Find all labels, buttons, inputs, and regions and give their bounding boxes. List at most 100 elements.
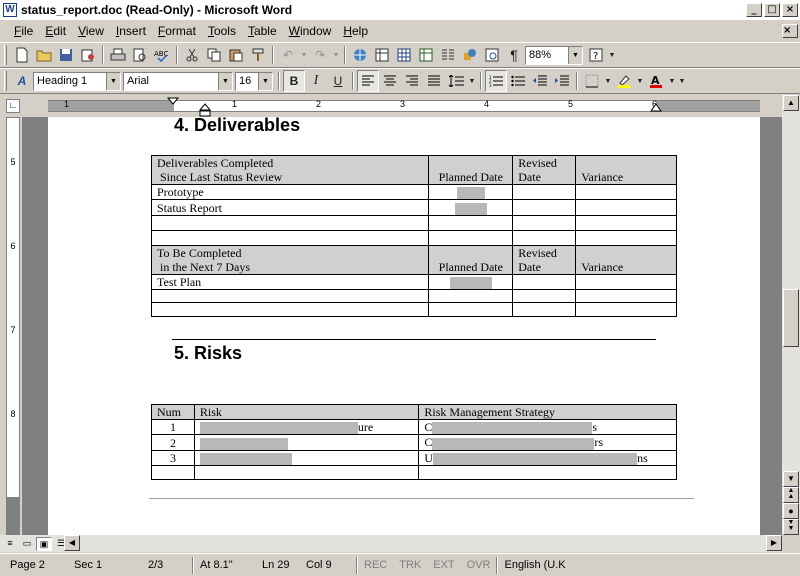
table-cell[interactable] — [150, 288, 430, 303]
menu-view[interactable]: View — [72, 24, 110, 38]
hanging-indent-icon[interactable] — [199, 103, 211, 117]
table-cell[interactable]: Cs — [418, 418, 677, 436]
status-ext[interactable]: EXT — [427, 559, 460, 571]
indent-marker-icon[interactable] — [167, 97, 179, 117]
table-row[interactable] — [150, 288, 677, 303]
menu-help[interactable]: Help — [337, 24, 374, 38]
table-cell[interactable] — [428, 229, 514, 246]
scroll-right-arrow-icon[interactable]: ▶ — [766, 535, 782, 551]
undo-dropdown-icon[interactable]: ▼ — [299, 44, 309, 66]
font-color-icon[interactable]: A — [645, 70, 667, 92]
open-folder-icon[interactable] — [33, 44, 55, 66]
bullets-icon[interactable] — [507, 70, 529, 92]
table-cell[interactable] — [418, 464, 677, 480]
borders-icon[interactable] — [581, 70, 603, 92]
status-language[interactable]: English (U.K — [498, 559, 571, 571]
chevron-down-icon[interactable]: ▼ — [106, 72, 120, 90]
toolbar-grip[interactable] — [4, 71, 7, 91]
table-cell[interactable] — [512, 301, 577, 317]
bold-button[interactable]: B — [283, 70, 305, 92]
styles-formatting-icon[interactable]: A — [11, 70, 33, 92]
menu-insert[interactable]: Insert — [110, 24, 152, 38]
table-cell[interactable] — [512, 214, 577, 231]
menu-edit[interactable]: Edit — [39, 24, 72, 38]
underline-button[interactable]: U — [327, 70, 349, 92]
insert-table-icon[interactable] — [393, 44, 415, 66]
deliverables-table[interactable]: Deliverables Completed Since Last Status… — [150, 155, 677, 317]
table-cell[interactable]: Uns — [418, 449, 677, 466]
toolbar-options-icon[interactable]: ▼ — [677, 70, 687, 92]
document-area[interactable]: 4. Deliverables Deliverables Completed S… — [22, 117, 782, 535]
vertical-ruler[interactable]: 5 6 7 8 — [0, 117, 22, 535]
print-icon[interactable] — [107, 44, 129, 66]
menu-table[interactable]: Table — [242, 24, 283, 38]
table-cell[interactable]: Crs — [418, 434, 677, 451]
justify-icon[interactable] — [423, 70, 445, 92]
tables-borders-icon[interactable] — [371, 44, 393, 66]
document-page[interactable]: 4. Deliverables Deliverables Completed S… — [48, 117, 760, 535]
borders-dropdown-icon[interactable]: ▼ — [603, 70, 613, 92]
table-row[interactable]: Test Plan — [150, 273, 677, 290]
right-indent-icon[interactable] — [650, 103, 662, 113]
close-document-button[interactable]: × — [782, 23, 798, 38]
columns-icon[interactable] — [437, 44, 459, 66]
spelling-icon[interactable]: ABC — [151, 44, 173, 66]
increase-indent-icon[interactable] — [551, 70, 573, 92]
table-cell[interactable] — [193, 449, 420, 466]
numbering-icon[interactable]: 123 — [485, 70, 507, 92]
format-painter-icon[interactable] — [247, 44, 269, 66]
menu-window[interactable]: Window — [283, 24, 338, 38]
table-row[interactable]: Status Report — [150, 199, 677, 216]
vertical-scrollbar[interactable]: ▲ ▼ ▲ ▲ ● ▼ ▼ — [782, 95, 800, 535]
zoom-combo[interactable]: 88% ▼ — [525, 45, 583, 65]
scroll-up-arrow-icon[interactable]: ▲ — [783, 95, 799, 111]
highlight-dropdown-icon[interactable]: ▼ — [635, 70, 645, 92]
table-cell[interactable] — [150, 214, 430, 231]
toolbar-grip[interactable] — [4, 45, 7, 65]
table-cell[interactable] — [575, 199, 677, 216]
table-cell[interactable] — [512, 288, 577, 303]
align-left-icon[interactable] — [357, 70, 379, 92]
chevron-down-icon[interactable]: ▼ — [568, 46, 582, 64]
status-ovr[interactable]: OVR — [461, 559, 497, 571]
undo-icon[interactable]: ↶ — [277, 44, 299, 66]
toolbar-options-icon[interactable]: ▼ — [607, 44, 617, 66]
italic-button[interactable]: I — [305, 70, 327, 92]
scroll-left-arrow-icon[interactable]: ◀ — [64, 535, 80, 551]
table-row[interactable]: 1 ure Cs — [151, 418, 677, 436]
menu-format[interactable]: Format — [152, 24, 202, 38]
table-cell[interactable] — [575, 183, 677, 201]
table-cell[interactable] — [150, 229, 430, 246]
table-cell[interactable] — [428, 301, 514, 317]
table-cell[interactable] — [512, 229, 577, 246]
chevron-down-icon[interactable]: ▼ — [218, 72, 232, 90]
font-combo[interactable]: Arial ▼ — [123, 71, 233, 91]
table-cell[interactable] — [575, 301, 677, 317]
tab-selector[interactable]: ∟ — [6, 99, 20, 113]
align-right-icon[interactable] — [401, 70, 423, 92]
menu-tools[interactable]: Tools — [202, 24, 242, 38]
line-spacing-icon[interactable] — [445, 70, 467, 92]
chevron-down-icon[interactable]: ▼ — [258, 72, 272, 90]
web-layout-icon[interactable]: ▭ — [19, 537, 35, 551]
line-spacing-dropdown-icon[interactable]: ▼ — [467, 70, 477, 92]
table-cell[interactable] — [575, 273, 677, 290]
horizontal-ruler[interactable]: ∟ 1 1 2 3 4 5 6 — [0, 95, 800, 117]
table-cell[interactable]: ure — [193, 418, 420, 436]
close-button[interactable]: × — [782, 3, 798, 17]
table-cell[interactable] — [428, 183, 514, 201]
table-cell[interactable] — [151, 464, 195, 480]
next-page-icon[interactable]: ▼ ▼ — [783, 519, 799, 535]
new-document-icon[interactable] — [11, 44, 33, 66]
table-row[interactable]: 3 Uns — [151, 449, 677, 466]
table-row[interactable]: Prototype — [150, 183, 677, 201]
table-row[interactable] — [150, 229, 677, 246]
table-cell[interactable] — [575, 288, 677, 303]
redo-icon[interactable]: ↷ — [309, 44, 331, 66]
table-cell[interactable] — [428, 288, 514, 303]
align-center-icon[interactable] — [379, 70, 401, 92]
print-preview-icon[interactable] — [129, 44, 151, 66]
table-cell[interactable] — [150, 301, 430, 317]
table-cell[interactable] — [575, 229, 677, 246]
drawing-icon[interactable] — [459, 44, 481, 66]
